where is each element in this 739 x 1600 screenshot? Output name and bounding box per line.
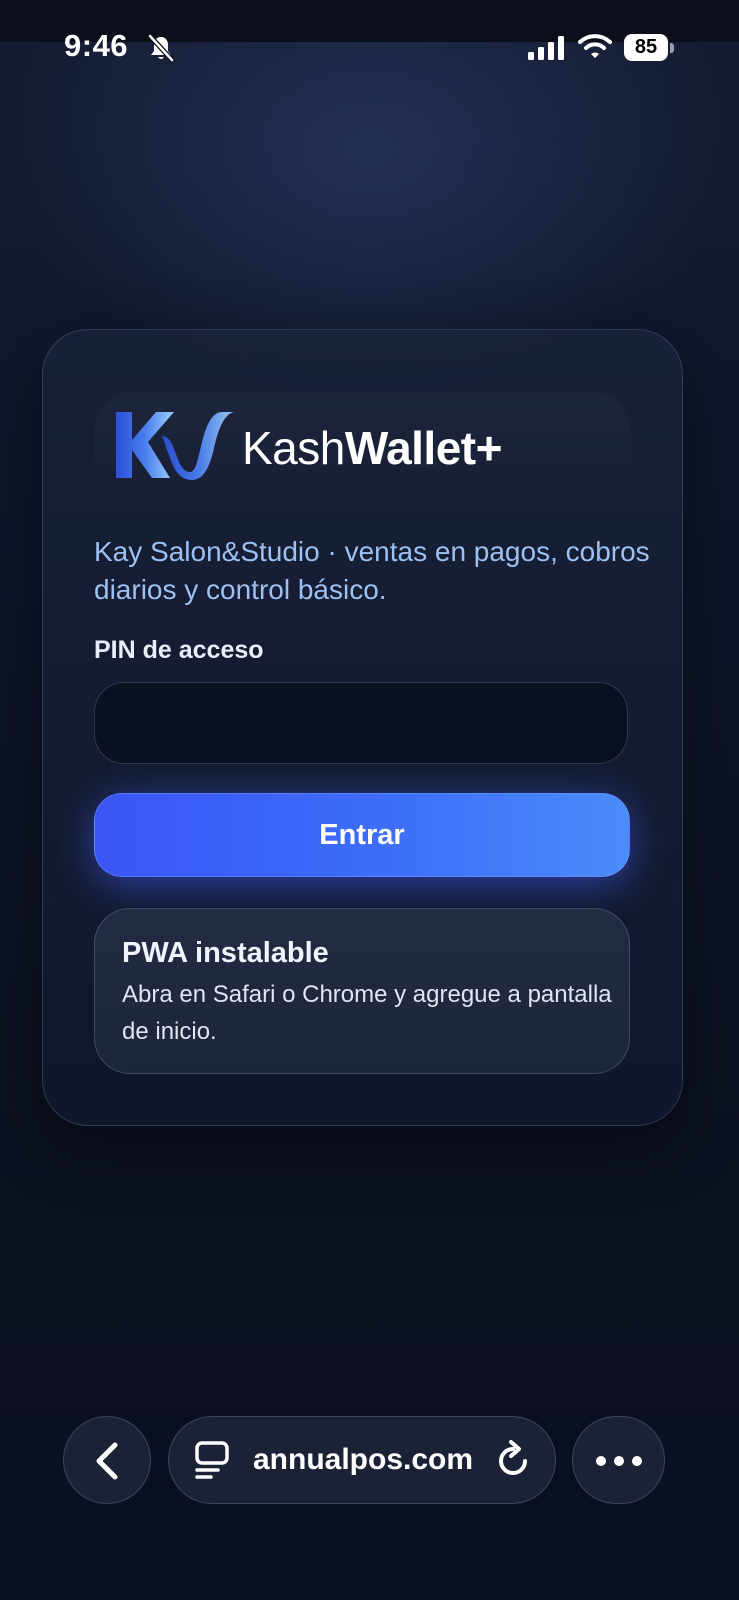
back-button[interactable] bbox=[63, 1416, 151, 1504]
cellular-signal-icon bbox=[528, 36, 566, 65]
kw-logo-icon bbox=[112, 406, 236, 489]
pwa-title: PWA instalable bbox=[122, 937, 329, 969]
card-subtitle: Kay Salon&Studio · ventas en pagos, cobr… bbox=[94, 536, 650, 605]
status-bar: 9:46 85 bbox=[0, 0, 739, 96]
back-arrow-icon bbox=[96, 1442, 118, 1480]
pin-input[interactable] bbox=[94, 682, 628, 764]
battery-cap bbox=[670, 43, 674, 53]
url-text[interactable]: annualpos.com bbox=[253, 1443, 473, 1477]
brand-name: KashWallet+ bbox=[242, 421, 502, 475]
more-button[interactable] bbox=[572, 1416, 665, 1504]
more-icon bbox=[596, 1456, 642, 1466]
enter-button[interactable]: Entrar bbox=[94, 793, 630, 877]
bell-slash-icon bbox=[148, 34, 174, 67]
battery-icon: 85 bbox=[624, 34, 674, 62]
brand-name-light: Kash bbox=[242, 422, 345, 474]
battery-level: 85 bbox=[624, 34, 668, 61]
tabs-icon[interactable] bbox=[194, 1440, 230, 1485]
pin-label: PIN de acceso bbox=[94, 636, 264, 664]
pwa-description: Abra en Safari o Chrome y agregue a pant… bbox=[122, 981, 612, 1045]
status-time: 9:46 bbox=[64, 28, 129, 63]
brand-name-bold: Wallet+ bbox=[344, 422, 503, 474]
reload-icon[interactable] bbox=[495, 1439, 533, 1486]
wifi-icon bbox=[578, 32, 612, 65]
